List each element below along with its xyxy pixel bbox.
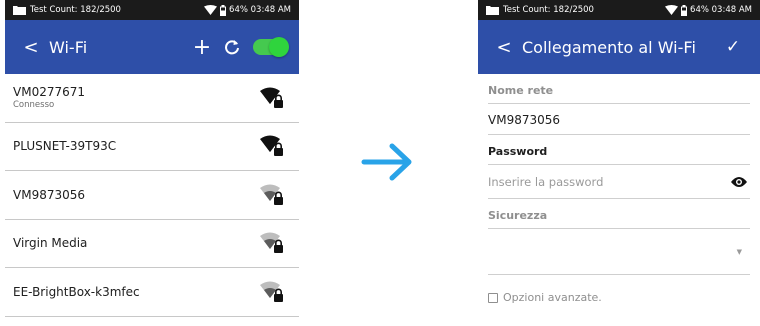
app-bar: < Wi-Fi + [5, 20, 299, 74]
network-ssid: PLUSNET-39T93C [13, 139, 117, 154]
add-network-button[interactable]: + [187, 32, 217, 62]
battery-time: 64% 03:48 AM [690, 5, 752, 15]
wifi-signal-lock-icon [260, 281, 283, 302]
refresh-button[interactable] [217, 32, 247, 62]
advanced-options-checkbox[interactable] [488, 292, 498, 303]
password-row [488, 165, 750, 199]
wifi-list-screen: Test Count: 182/2500 64% 03:48 AM < Wi-F… [5, 0, 299, 326]
transition-arrow [358, 140, 418, 184]
network-name-label: Nome rete [488, 74, 750, 104]
test-count: Test Count: 182/2500 [30, 5, 121, 15]
network-text: Virgin Media [13, 236, 259, 250]
folder-icon [486, 6, 499, 15]
chevron-left-icon: < [496, 36, 512, 58]
network-text: VM9873056 [13, 188, 259, 202]
network-list-item[interactable]: Virgin Media [5, 220, 299, 268]
security-select[interactable]: ▼ [488, 229, 750, 275]
connect-wifi-screen: Test Count: 182/2500 64% 03:48 AM < Coll… [478, 0, 760, 326]
network-ssid: VM9873056 [13, 187, 86, 202]
eye-icon [731, 176, 747, 187]
network-list: VM0277671 Connesso PLUSNET-39T93C VM9873056… [5, 74, 299, 317]
network-ssid: Virgin Media [13, 236, 88, 251]
status-bar: Test Count: 182/2500 64% 03:48 AM [478, 0, 760, 20]
wifi-status-icon [665, 5, 679, 15]
plus-icon: + [192, 34, 212, 60]
dropdown-caret-icon: ▼ [736, 247, 742, 256]
network-list-item[interactable]: VM9873056 [5, 171, 299, 220]
status-bar: Test Count: 182/2500 64% 03:48 AM [5, 0, 299, 20]
refresh-icon [225, 40, 239, 55]
wifi-status-icon [204, 5, 218, 15]
app-bar: < Collegamento al Wi-Fi ✓ [478, 20, 760, 74]
toggle-knob [269, 37, 289, 57]
network-name-value: VM9873056 [488, 104, 750, 135]
network-ssid: EE-BrightBox-k3mfec [13, 284, 140, 299]
wifi-signal-lock-icon [260, 135, 283, 157]
show-password-button[interactable] [728, 171, 750, 193]
network-list-item[interactable]: VM0277671 Connesso [5, 74, 299, 123]
advanced-options-label: Opzioni avanzate. [503, 291, 602, 304]
page-title: Wi-Fi [49, 37, 88, 57]
wifi-toggle[interactable] [253, 37, 289, 57]
network-text: PLUSNET-39T93C [13, 139, 259, 153]
network-ssid: VM0277671 [13, 85, 86, 100]
wifi-signal-lock-icon [260, 184, 283, 205]
security-label: Sicurezza [488, 199, 750, 229]
password-label: Password [488, 135, 750, 165]
battery-icon [220, 4, 227, 16]
back-button[interactable]: < [486, 29, 522, 65]
back-button[interactable]: < [13, 29, 49, 65]
network-text: EE-BrightBox-k3mfec [13, 285, 259, 299]
battery-icon [681, 4, 688, 16]
right-arrow-icon [361, 143, 412, 181]
network-list-item[interactable]: PLUSNET-39T93C [5, 123, 299, 171]
confirm-button[interactable]: ✓ [718, 32, 748, 62]
network-list-item[interactable]: EE-BrightBox-k3mfec [5, 268, 299, 317]
wifi-signal-lock-icon [260, 87, 283, 108]
checkmark-icon: ✓ [725, 37, 741, 57]
folder-icon [13, 6, 26, 15]
chevron-left-icon: < [23, 36, 39, 58]
connect-form: Nome rete VM9873056 Password Sicurezza ▼… [478, 74, 760, 304]
test-count: Test Count: 182/2500 [503, 5, 594, 15]
page-title: Collegamento al Wi-Fi [522, 37, 696, 57]
wifi-signal-lock-icon [260, 232, 283, 254]
battery-time: 64% 03:48 AM [229, 5, 291, 15]
network-status: Connesso [13, 100, 55, 111]
password-input[interactable] [488, 174, 728, 189]
network-text: VM0277671 Connesso [13, 85, 259, 110]
advanced-options[interactable]: Opzioni avanzate. [488, 291, 750, 304]
